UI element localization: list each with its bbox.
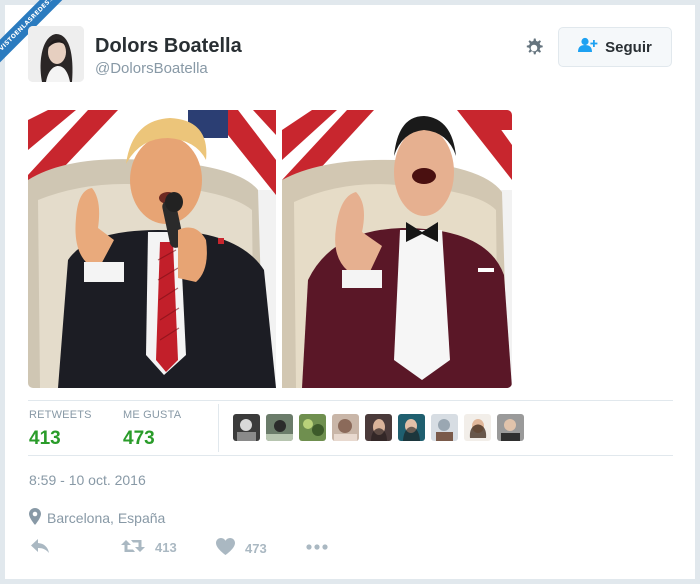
- liker-avatar[interactable]: [431, 414, 458, 441]
- retweet-count: 413: [155, 540, 177, 555]
- stats-divider: [218, 404, 219, 452]
- avatar-image: [28, 26, 84, 82]
- follow-button-label: Seguir: [605, 38, 652, 56]
- liker-avatar[interactable]: [365, 414, 392, 441]
- liker-avatar[interactable]: [299, 414, 326, 441]
- heart-icon: [216, 538, 235, 558]
- more-icon: [306, 538, 328, 553]
- liker-avatars: [233, 414, 524, 441]
- profile-name[interactable]: Dolors Boatella: [95, 35, 242, 58]
- tweet-timestamp[interactable]: 8:59 - 10 oct. 2016: [29, 472, 146, 488]
- likes-label: ME GUSTA: [123, 409, 182, 421]
- profile-handle[interactable]: @DolorsBoatella: [95, 60, 208, 77]
- more-button[interactable]: [306, 538, 328, 553]
- liker-avatar[interactable]: [266, 414, 293, 441]
- reply-icon: [30, 538, 50, 557]
- liker-avatar[interactable]: [233, 414, 260, 441]
- liker-avatar[interactable]: [398, 414, 425, 441]
- location-pin-icon: [29, 508, 41, 528]
- tweet-photo-left[interactable]: [28, 110, 276, 388]
- tweet-media[interactable]: [28, 110, 512, 388]
- likes-stat[interactable]: ME GUSTA 473: [123, 409, 181, 450]
- liker-avatar[interactable]: [332, 414, 359, 441]
- likes-count: 473: [123, 428, 155, 449]
- retweets-label: RETWEETS: [29, 409, 92, 421]
- tweet-location[interactable]: Barcelona, España: [29, 508, 165, 528]
- avatar[interactable]: [28, 26, 84, 82]
- retweets-count: 413: [29, 428, 61, 449]
- retweet-icon: [121, 538, 145, 557]
- divider-top: [28, 400, 673, 401]
- like-count: 473: [245, 540, 267, 556]
- add-user-icon: [578, 37, 598, 57]
- divider-bottom: [28, 455, 673, 456]
- like-button[interactable]: 473: [216, 538, 267, 558]
- retweet-button[interactable]: 413: [121, 538, 177, 557]
- follow-button[interactable]: Seguir: [558, 27, 672, 67]
- location-text: Barcelona, España: [47, 510, 166, 526]
- gear-icon[interactable]: [522, 36, 546, 60]
- reply-button[interactable]: [30, 538, 50, 557]
- liker-avatar[interactable]: [464, 414, 491, 441]
- photo-imitation: [282, 110, 512, 388]
- liker-avatar[interactable]: [497, 414, 524, 441]
- tweet-photo-right[interactable]: [282, 110, 512, 388]
- retweets-stat[interactable]: RETWEETS 413: [29, 409, 92, 450]
- photo-trump: [28, 110, 276, 388]
